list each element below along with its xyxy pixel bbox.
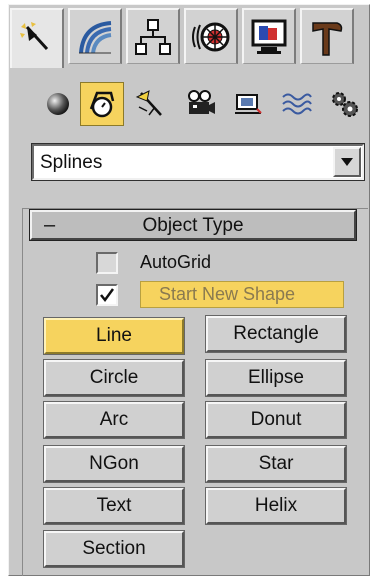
modify-icon bbox=[79, 20, 112, 53]
start-new-shape-label: Start New Shape bbox=[159, 284, 296, 304]
space-warps-icon bbox=[282, 93, 312, 115]
helpers-icon bbox=[235, 94, 262, 114]
dropdown-arrow-button[interactable] bbox=[333, 147, 361, 177]
category-systems[interactable] bbox=[322, 82, 366, 126]
start-new-shape-button[interactable]: Start New Shape bbox=[140, 281, 344, 308]
object-category-icons bbox=[36, 82, 366, 128]
category-shapes[interactable] bbox=[80, 82, 124, 126]
arc-button[interactable]: Arc bbox=[43, 401, 185, 439]
circle-button[interactable]: Circle bbox=[43, 359, 185, 397]
shapes-icon bbox=[89, 91, 115, 118]
category-lights[interactable] bbox=[128, 82, 172, 126]
star-button[interactable]: Star bbox=[205, 445, 347, 483]
motion-icon bbox=[192, 22, 230, 51]
tab-utilities[interactable] bbox=[300, 8, 354, 64]
cameras-icon bbox=[188, 90, 215, 114]
tab-display[interactable] bbox=[242, 8, 296, 64]
lights-icon bbox=[135, 90, 162, 116]
geometry-icon bbox=[47, 93, 69, 115]
tab-create[interactable] bbox=[10, 8, 64, 68]
tab-modify[interactable] bbox=[68, 8, 122, 64]
helix-button[interactable]: Helix bbox=[205, 487, 347, 525]
section-button[interactable]: Section bbox=[43, 530, 185, 568]
text-button[interactable]: Text bbox=[43, 487, 185, 525]
start-new-shape-checkbox[interactable] bbox=[96, 284, 118, 306]
utilities-icon bbox=[312, 21, 343, 56]
category-helpers[interactable] bbox=[226, 82, 270, 126]
hierarchy-icon bbox=[135, 18, 171, 55]
line-button[interactable]: Line bbox=[43, 317, 185, 355]
display-icon bbox=[251, 19, 287, 54]
object-type-rollout-header[interactable]: – Object Type bbox=[29, 209, 357, 241]
checkmark-icon bbox=[100, 288, 115, 303]
autogrid-checkbox[interactable] bbox=[96, 252, 118, 274]
ellipse-button[interactable]: Ellipse bbox=[205, 359, 347, 397]
rollout-title: Object Type bbox=[142, 215, 244, 236]
autogrid-label: AutoGrid bbox=[140, 252, 212, 272]
category-space-warps[interactable] bbox=[274, 82, 318, 126]
rectangle-button[interactable]: Rectangle bbox=[205, 315, 347, 353]
chevron-down-icon bbox=[341, 158, 353, 166]
tab-hierarchy[interactable] bbox=[126, 8, 180, 64]
category-geometry[interactable] bbox=[36, 82, 80, 126]
ngon-button[interactable]: NGon bbox=[43, 445, 185, 483]
donut-button[interactable]: Donut bbox=[205, 401, 347, 439]
category-dropdown-value: Splines bbox=[40, 152, 103, 173]
category-dropdown[interactable]: Splines bbox=[31, 143, 365, 181]
create-icon bbox=[20, 22, 49, 51]
command-panel-tabs bbox=[10, 8, 366, 68]
category-cameras[interactable] bbox=[178, 82, 222, 126]
tab-motion[interactable] bbox=[184, 8, 238, 64]
systems-icon bbox=[332, 92, 358, 117]
